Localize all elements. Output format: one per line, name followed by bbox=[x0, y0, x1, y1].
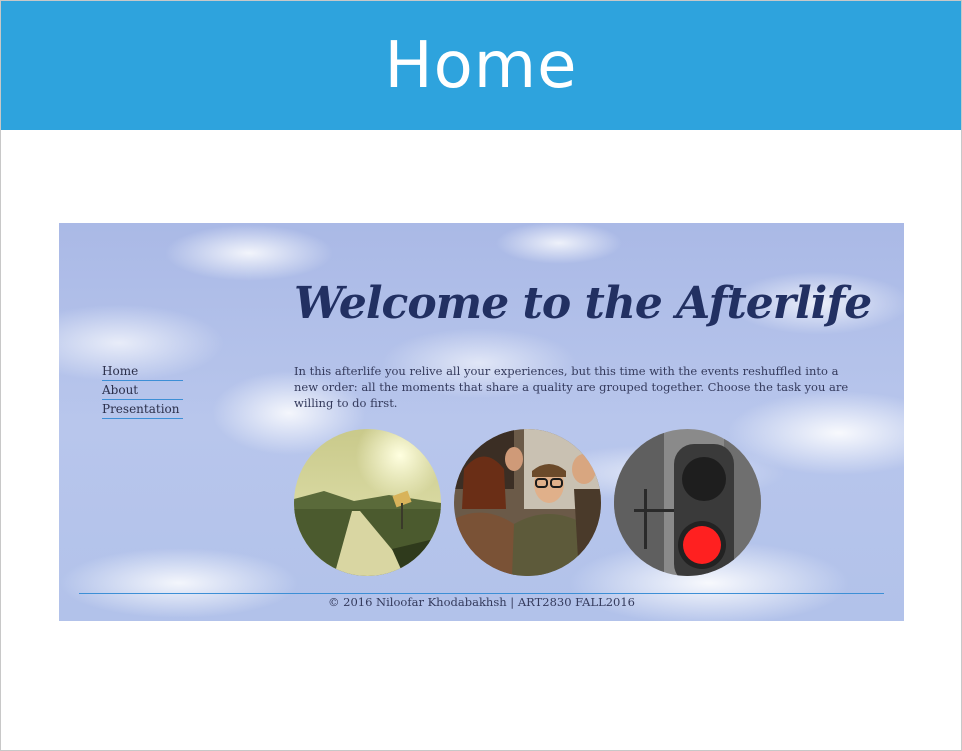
traffic-light-image[interactable] bbox=[614, 429, 761, 576]
crowd-image[interactable] bbox=[454, 429, 601, 576]
intro-paragraph: In this afterlife you relive all your ex… bbox=[294, 364, 849, 410]
nav-item-presentation[interactable]: Presentation bbox=[102, 401, 183, 419]
nav-item-home[interactable]: Home bbox=[102, 363, 183, 381]
red-light-icon bbox=[683, 526, 721, 564]
road-image[interactable] bbox=[294, 429, 441, 576]
site-heading: Welcome to the Afterlife bbox=[294, 278, 872, 329]
website-screenshot: Welcome to the Afterlife Home About Pres… bbox=[59, 223, 904, 621]
nav-item-about[interactable]: About bbox=[102, 382, 183, 400]
site-footer: © 2016 Niloofar Khodabakhsh | ART2830 FA… bbox=[327, 595, 635, 609]
slide-title-bar: Home bbox=[1, 1, 961, 130]
site-nav: Home About Presentation bbox=[102, 363, 183, 420]
slide-title: Home bbox=[384, 28, 578, 103]
footer-divider bbox=[79, 593, 884, 594]
